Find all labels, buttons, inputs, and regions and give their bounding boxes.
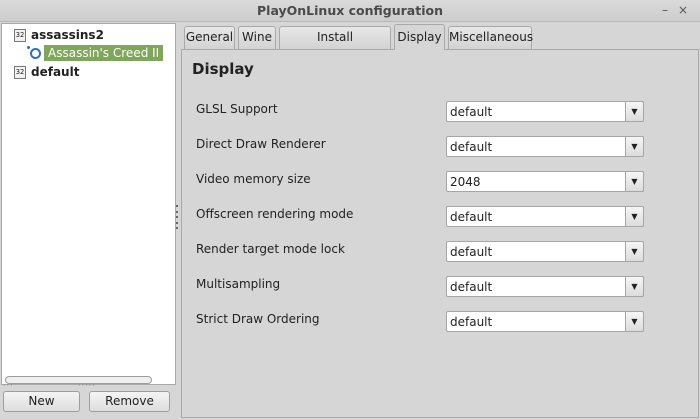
resize-grip-left: ··· xyxy=(3,381,14,390)
tree-item-assassins2[interactable]: 32 assassins2 xyxy=(14,26,104,44)
setting-label: Strict Draw Ordering xyxy=(196,312,320,326)
32bit-icon: 32 xyxy=(14,65,26,79)
tree-item-default[interactable]: 32 default xyxy=(14,63,79,81)
setting-label: Video memory size xyxy=(196,172,311,186)
strict-draw-ordering-dropdown[interactable]: default ▼ xyxy=(446,311,644,332)
setting-label: Offscreen rendering mode xyxy=(196,207,354,221)
minimize-button[interactable]: – xyxy=(657,2,673,18)
offscreen-rendering-mode-dropdown[interactable]: default ▼ xyxy=(446,206,644,227)
setting-label: Multisampling xyxy=(196,277,281,291)
resize-grip-center: ····· xyxy=(78,381,96,390)
glsl-support-dropdown[interactable]: default ▼ xyxy=(446,101,644,122)
setting-label: Direct Draw Renderer xyxy=(196,137,326,151)
tab-general[interactable]: General xyxy=(184,26,235,49)
tab-miscellaneous[interactable]: Miscellaneous xyxy=(448,26,533,49)
dropdown-value: default xyxy=(450,245,493,259)
setting-label: Render target mode lock xyxy=(196,242,345,256)
window-title: PlayOnLinux configuration xyxy=(257,3,443,18)
video-memory-size-dropdown[interactable]: 2048 ▼ xyxy=(446,171,644,192)
section-title: Display xyxy=(192,60,254,78)
title-bar: PlayOnLinux configuration – × xyxy=(0,0,700,22)
pane-splitter[interactable] xyxy=(175,205,179,229)
tab-wine[interactable]: Wine xyxy=(238,26,276,49)
chevron-down-icon[interactable]: ▼ xyxy=(625,171,644,192)
display-settings-panel: Display GLSL Support default ▼ Direct Dr… xyxy=(181,49,699,418)
remove-button[interactable]: Remove xyxy=(89,391,170,412)
new-button[interactable]: New xyxy=(3,391,80,412)
chevron-down-icon[interactable]: ▼ xyxy=(625,311,644,332)
tree-item-label: assassins2 xyxy=(31,28,104,42)
setting-label: GLSL Support xyxy=(196,102,278,116)
tree-item-assassins-creed-ii[interactable]: Assassin's Creed II xyxy=(27,44,164,62)
dropdown-value: 2048 xyxy=(450,175,481,189)
chevron-down-icon[interactable]: ▼ xyxy=(625,206,644,227)
dropdown-value: default xyxy=(450,140,493,154)
ubisoft-icon xyxy=(27,45,41,59)
32bit-icon: 32 xyxy=(14,28,26,42)
direct-draw-renderer-dropdown[interactable]: default ▼ xyxy=(446,136,644,157)
chevron-down-icon[interactable]: ▼ xyxy=(625,276,644,297)
chevron-down-icon[interactable]: ▼ xyxy=(625,101,644,122)
chevron-down-icon[interactable]: ▼ xyxy=(625,136,644,157)
tree-item-label-selected: Assassin's Creed II xyxy=(44,45,164,61)
dropdown-value: default xyxy=(450,210,493,224)
dropdown-value: default xyxy=(450,105,493,119)
dropdown-value: default xyxy=(450,315,493,329)
prefix-tree-panel: 32 assassins2 Assassin's Creed II 32 def… xyxy=(1,23,176,385)
chevron-down-icon[interactable]: ▼ xyxy=(625,241,644,262)
tree-item-label: default xyxy=(31,65,80,79)
tab-display[interactable]: Display xyxy=(394,24,445,50)
close-button[interactable]: × xyxy=(675,2,691,18)
render-target-mode-lock-dropdown[interactable]: default ▼ xyxy=(446,241,644,262)
dropdown-value: default xyxy=(450,280,493,294)
multisampling-dropdown[interactable]: default ▼ xyxy=(446,276,644,297)
tab-install-components[interactable]: Install components xyxy=(279,26,391,65)
